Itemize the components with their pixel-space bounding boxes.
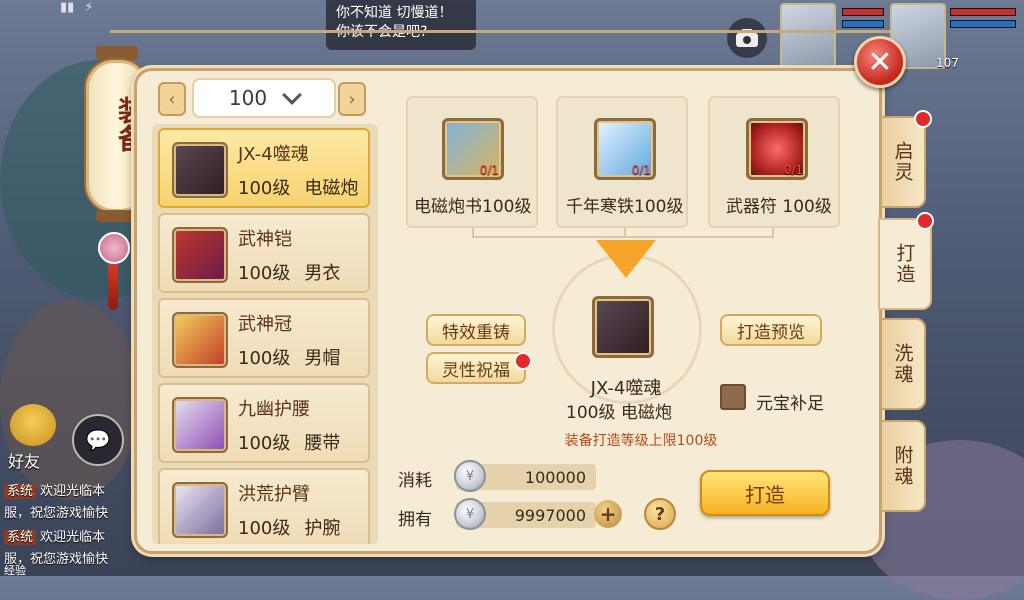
item-name: JX-4噬魂 [238,144,309,165]
list-item[interactable]: JX-4噬魂 100级 电磁炮 [158,128,370,208]
material-label: 武器符 100级 [726,197,832,217]
level-next-button[interactable]: › [338,82,366,116]
teammate-hp-bar [842,8,884,16]
system-message: 系统 欢迎光临本 [4,526,105,545]
list-item[interactable]: 武神冠 100级 男帽 [158,298,370,378]
material-label: 电磁炮书100级 [414,197,532,217]
forge-limit-text: 装备打造等级上限100级 [564,433,718,449]
yuanbao-label: 元宝补足 [756,394,824,414]
result-item-icon[interactable] [592,296,654,358]
result-item-detail: 100级 电磁炮 [566,403,672,423]
lantern-knot-icon [98,232,130,264]
add-silver-button[interactable]: + [594,500,622,528]
level-dropdown[interactable]: 100 [192,78,336,118]
material-connector [472,228,774,238]
list-item[interactable]: 九幽护腰 100级 腰带 [158,383,370,463]
consume-label: 消耗 [398,471,432,491]
item-name: 洪荒护臂 [238,484,310,505]
lantern-bottom [96,210,138,222]
close-icon: ✕ [867,44,893,80]
system-message: 系统 欢迎光临本 [4,480,105,499]
item-name: 九幽护腰 [238,399,310,420]
teammate-mp-bar [842,20,884,28]
silver-coin-icon: ¥ [454,460,486,492]
plus-icon: + [599,502,617,526]
helmet-icon [172,312,228,368]
question-icon: ? [654,503,666,525]
own-label: 拥有 [398,510,432,530]
item-name: 武神冠 [238,314,292,335]
friend-icon[interactable] [10,404,56,446]
notification-dot [514,352,532,370]
tab-qiling[interactable]: 启灵 [880,116,926,208]
notification-dot [914,110,932,128]
armor-icon [172,227,228,283]
close-button[interactable]: ✕ [854,36,906,88]
scroll-icon[interactable]: 0/1 [442,118,504,180]
tab-forge[interactable]: 打造 [878,218,932,310]
system-message: 服，祝您游戏愉快 [4,506,109,521]
chat-button[interactable]: 💬 [72,414,124,466]
item-detail: 100级 男帽 [238,348,341,369]
ice-iron-icon[interactable]: 0/1 [594,118,656,180]
spirit-bless-button[interactable]: 灵性祝福 [426,352,526,384]
chevron-down-icon [282,85,302,105]
item-detail: 100级 电磁炮 [238,178,359,199]
chevron-left-icon: ‹ [168,88,176,110]
material-count: 0/1 [783,163,803,177]
effect-recast-button[interactable]: 特效重铸 [426,314,526,346]
level-prev-button[interactable]: ‹ [158,82,186,116]
result-item-name: JX-4噬魂 [590,378,662,399]
help-button[interactable]: ? [644,498,676,530]
panel-top-rail [110,30,890,46]
player-level: 107 [936,56,959,70]
material-label: 千年寒铁100级 [566,197,684,217]
status-bar: ▮▮ ⚡ [60,0,94,15]
chevron-right-icon: › [348,88,356,110]
material-count: 0/1 [631,163,651,177]
tab-fuhun[interactable]: 附魂 [880,420,926,512]
red-talisman-icon[interactable]: 0/1 [746,118,808,180]
belt-icon [172,397,228,453]
material-connector [624,228,626,238]
silver-coin-icon: ¥ [454,498,486,530]
player-hp-bar [950,8,1016,16]
lantern-tassel-icon [108,264,118,310]
item-detail: 100级 腰带 [238,433,341,454]
forge-button[interactable]: 打造 [700,470,830,516]
list-item[interactable]: 武神铠 100级 男衣 [158,213,370,293]
bracer-icon [172,482,228,538]
friend-label: 好友 [8,452,41,471]
forge-preview-button[interactable]: 打造预览 [720,314,822,346]
list-item[interactable]: 洪荒护臂 100级 护腕 [158,468,370,544]
chat-bubble-icon: 💬 [85,428,111,452]
red-gun-icon [172,142,228,198]
item-name: 武神铠 [238,229,292,250]
item-detail: 100级 男衣 [238,263,341,284]
equipment-list[interactable]: JX-4噬魂 100级 电磁炮 武神铠 100级 男衣 武神冠 100级 男帽 九幽护… [152,124,378,544]
item-detail: 100级 护腕 [238,518,341,539]
down-arrow-icon [596,240,656,278]
notification-dot [916,212,934,230]
yuanbao-checkbox[interactable] [720,384,746,410]
player-mp-bar [950,20,1016,28]
level-value: 100 [228,86,268,110]
material-count: 0/1 [479,163,499,177]
tab-xihun[interactable]: 洗魂 [880,318,926,410]
